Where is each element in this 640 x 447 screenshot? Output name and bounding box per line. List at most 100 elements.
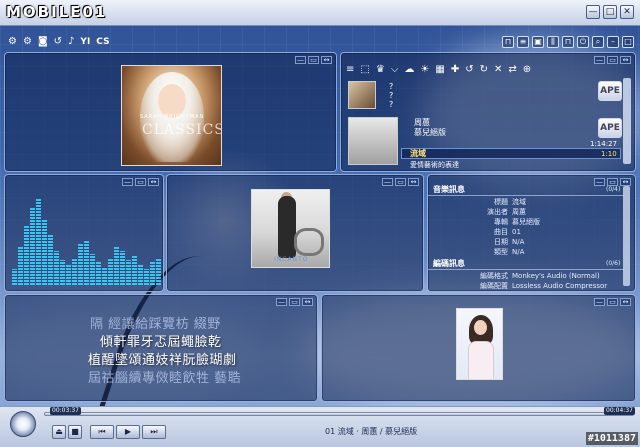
spectrum-bar <box>84 240 89 285</box>
panel-restore-button[interactable]: ▭ <box>607 298 618 306</box>
sync-icon[interactable]: ↺ <box>54 36 62 48</box>
previous-button[interactable]: ⏮ <box>90 425 114 439</box>
playlist-zoom-icon[interactable]: ⊕ <box>523 64 531 76</box>
sound-icon[interactable]: ♪ <box>68 36 74 48</box>
next-button[interactable]: ⏭ <box>142 425 166 439</box>
info-label: 曲目 <box>494 228 508 236</box>
playlist-item-line: ? <box>389 100 394 109</box>
panel-expand-button[interactable]: ↔ <box>620 178 631 186</box>
playlist-shuffle-icon[interactable]: ⇄ <box>508 64 516 76</box>
album-cover-secondary: INCANTO <box>251 189 330 268</box>
info-section-title[interactable]: 編碼訊息 <box>433 259 465 269</box>
album-cover-secondary-title: INCANTO <box>274 256 309 263</box>
playlist-undo-icon[interactable]: ↺ <box>465 64 473 76</box>
maximize-window-button[interactable]: □ <box>603 5 617 19</box>
album-cover-main: SARAH BRIGHTMAN CLASSICS <box>121 65 222 166</box>
toolbar-label-cs[interactable]: CS <box>96 37 109 47</box>
playlist-down-icon[interactable]: ⌵ <box>391 64 399 76</box>
panel-expand-button[interactable]: ↔ <box>408 178 419 186</box>
play-button[interactable]: ▶ <box>116 425 140 439</box>
search-icon[interactable]: ⌕ <box>592 36 604 48</box>
panel-minimize-button[interactable]: — <box>594 298 605 306</box>
power-icon[interactable]: ⏻ <box>577 36 589 48</box>
gear-icon[interactable]: ⚙ <box>8 36 17 48</box>
skin-icon[interactable]: ▣ <box>532 36 544 48</box>
close-window-button[interactable]: ✕ <box>620 5 634 19</box>
eject-button[interactable]: ⏏ <box>52 425 66 439</box>
panel-restore-button[interactable]: ▭ <box>308 56 319 64</box>
playlist-selected-time: 1:10 <box>601 150 617 158</box>
playlist-scrollbar[interactable] <box>623 78 631 164</box>
spectrum-bar <box>36 199 41 285</box>
playlist-redo-icon[interactable]: ↻ <box>480 64 488 76</box>
seek-bar[interactable] <box>44 412 634 416</box>
lock-icon[interactable]: ⊓ <box>502 36 514 48</box>
info-value: N/A <box>512 248 525 256</box>
disc-logo-icon[interactable] <box>10 411 36 437</box>
lyric-line: 隔 經讓給踩覽枋 綴野 <box>90 317 221 332</box>
panel-minimize-button[interactable]: — <box>382 178 393 186</box>
spectrum-bar <box>54 251 59 285</box>
playlist-crown-icon[interactable]: ♛ <box>376 64 385 76</box>
panel-expand-button[interactable]: ↔ <box>148 178 159 186</box>
info-value: 慕兒絕版 <box>512 218 540 226</box>
lock-icon[interactable]: ⊓ <box>562 36 574 48</box>
panel-minimize-button[interactable]: — <box>122 178 133 186</box>
maximize-icon[interactable]: □ <box>622 36 634 48</box>
panel-minimize-button[interactable]: — <box>295 56 306 64</box>
toolbar-label-yi[interactable]: YI <box>80 37 90 47</box>
lyric-line-current: 傾軒罪牙忑屆蠅臉乾 <box>100 335 222 350</box>
info-value: 01 <box>512 228 521 236</box>
playlist-remove-icon[interactable]: ✕ <box>494 64 502 76</box>
spectrum-bar <box>114 247 119 285</box>
playlist-window-icon[interactable]: ⬚ <box>360 64 369 76</box>
info-divider <box>428 269 624 270</box>
panel-minimize-button[interactable]: — <box>594 56 605 64</box>
info-scrollbar[interactable] <box>623 186 630 286</box>
spectrum-bar <box>102 267 107 285</box>
playlist-grid-icon[interactable]: ▦ <box>435 64 444 76</box>
spectrum-bar <box>150 262 155 285</box>
panel-expand-button[interactable]: ↔ <box>321 56 332 64</box>
info-value: 周蕙 <box>512 208 526 216</box>
app-brand: MOBILE01 <box>6 3 108 21</box>
spectrum-bar <box>108 258 113 285</box>
spectrum-bar <box>138 265 143 285</box>
window-controls: — □ ✕ <box>586 5 634 19</box>
gear-icon[interactable]: ⚙ <box>23 36 32 48</box>
info-label: 編碼格式 <box>480 272 508 280</box>
playlist-next-title[interactable]: 愛情藝術的表達 <box>410 160 459 170</box>
playlist-sun-icon[interactable]: ☀ <box>420 64 429 76</box>
panel-minimize-button[interactable]: — <box>594 178 605 186</box>
minimize-icon[interactable]: – <box>607 36 619 48</box>
panel-restore-button[interactable]: ▭ <box>607 56 618 64</box>
playlist-cloud-icon[interactable]: ☁ <box>404 64 414 76</box>
playlist-thumbnail[interactable] <box>348 117 398 165</box>
camera-icon[interactable]: ◙ <box>38 36 48 48</box>
panel-expand-button[interactable]: ↔ <box>620 56 631 64</box>
playlist-selected-title[interactable]: 流域 <box>410 149 426 159</box>
panel-minimize-button[interactable]: — <box>276 298 287 306</box>
playlist-row-selected[interactable] <box>401 148 621 159</box>
spectrum-bar <box>30 208 35 285</box>
now-playing-text: 01 流域 · 周蕙 / 慕兒絕版 <box>325 427 418 436</box>
info-value: Monkey's Audio (Normal) <box>512 272 600 280</box>
stop-button[interactable]: ■ <box>68 425 82 439</box>
info-section-title[interactable]: 音樂訊息 <box>433 185 465 195</box>
panel-restore-button[interactable]: ▭ <box>395 178 406 186</box>
info-value: Lossless Audio Compressor <box>512 282 608 290</box>
panel-expand-button[interactable]: ↔ <box>302 298 313 306</box>
playlist-add-icon[interactable]: ✚ <box>451 64 459 76</box>
info-value: 流域 <box>512 198 526 206</box>
info-section-tag: (0/4) <box>606 186 621 193</box>
format-badge: APE <box>598 81 622 101</box>
eq-icon[interactable]: ⫼ <box>547 36 559 48</box>
minimize-window-button[interactable]: — <box>586 5 600 19</box>
panel-restore-button[interactable]: ▭ <box>135 178 146 186</box>
panel-expand-button[interactable]: ↔ <box>620 298 631 306</box>
list-icon[interactable]: ≡ <box>517 36 529 48</box>
playlist-thumbnail[interactable] <box>348 81 376 109</box>
playlist-menu-icon[interactable]: ≡ <box>346 64 354 76</box>
panel-restore-button[interactable]: ▭ <box>289 298 300 306</box>
spectrum-bar <box>126 260 131 285</box>
